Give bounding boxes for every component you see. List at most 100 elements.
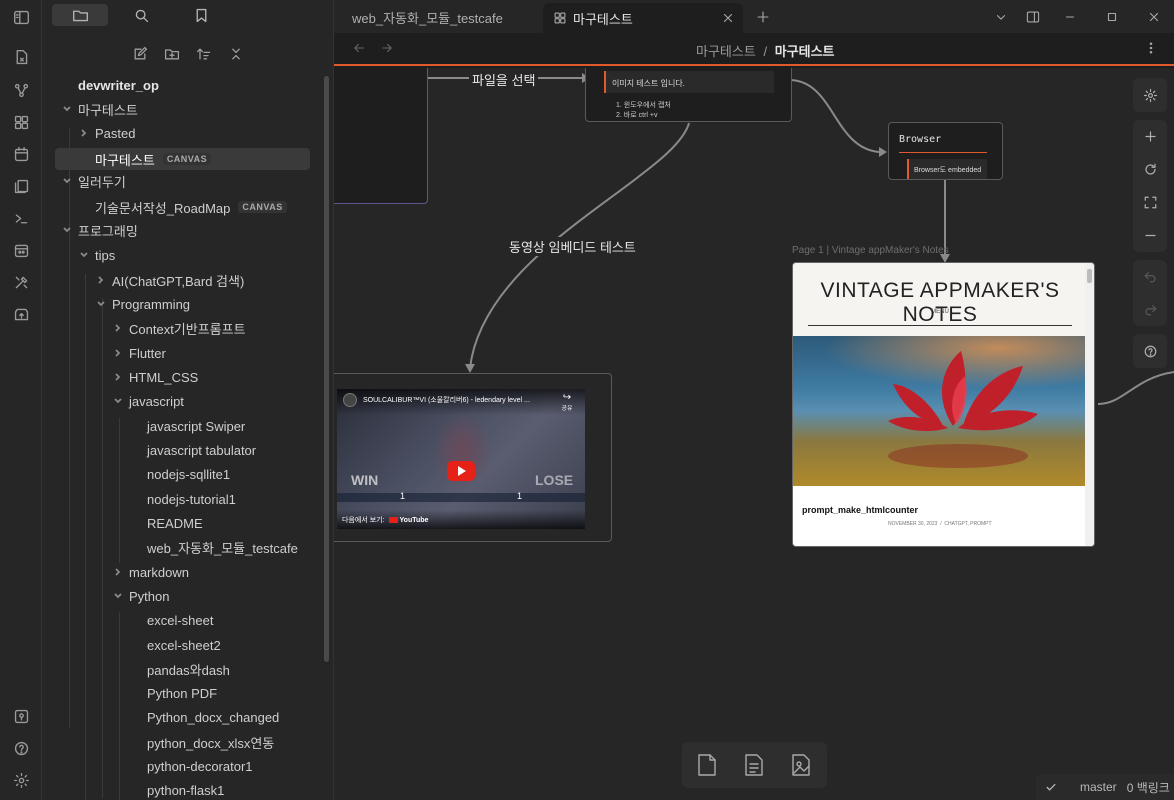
canvas-badge: CANVAS (238, 201, 287, 213)
add-card-button[interactable] (692, 750, 722, 780)
share-button[interactable]: ↪ 공유 (559, 393, 575, 413)
add-media-button[interactable] (786, 750, 816, 780)
breadcrumb-parent[interactable]: 마구테스트 (696, 44, 756, 59)
quick-switch-icon[interactable] (11, 47, 31, 67)
watch-on-youtube[interactable]: 다음에서 보기: YouTube (342, 515, 428, 525)
tree-folder-magu[interactable]: 마구테스트 (60, 98, 330, 120)
canvas-help-button[interactable] (1141, 342, 1159, 360)
redo-button[interactable] (1141, 300, 1159, 318)
forward-button[interactable] (380, 41, 396, 57)
undo-button[interactable] (1141, 267, 1159, 285)
backlinks-count[interactable]: 0 백링크 (1127, 779, 1170, 796)
settings-icon[interactable] (11, 770, 31, 790)
tree-file[interactable]: README (147, 512, 333, 534)
canvas-browser-node[interactable]: Browser Browser도 embedded (888, 122, 1003, 180)
graph-view-icon[interactable] (11, 80, 31, 100)
daily-notes-icon[interactable] (11, 240, 31, 260)
search-tab[interactable] (113, 4, 169, 26)
tree-file[interactable]: nodejs-tutorial1 (147, 488, 333, 510)
zoom-out-button[interactable] (1141, 226, 1159, 244)
canvas-area[interactable]: 파일을 선택 동영상 임베디드 테스트 이미지 테스트 입니다. 1. 윈도우에… (334, 68, 1174, 800)
add-note-from-vault-button[interactable] (739, 750, 769, 780)
canvas-node-left[interactable] (334, 68, 428, 204)
tree-folder-context[interactable]: Context기반프롬프트 (111, 317, 333, 339)
sidebar-toggle-icon[interactable] (11, 7, 31, 27)
file-explorer-toolbar (42, 44, 333, 64)
bookmarks-tab[interactable] (173, 4, 229, 26)
back-button[interactable] (352, 41, 368, 57)
tree-folder-markdown[interactable]: markdown (111, 561, 333, 583)
sidebar-scrollbar[interactable] (324, 76, 329, 662)
tree-folder-programming[interactable]: Programming (94, 293, 333, 315)
tab-list-button[interactable] (992, 8, 1010, 26)
window-close-button[interactable] (1145, 8, 1163, 26)
maximize-button[interactable] (1103, 8, 1121, 26)
webpage-menu[interactable]: MENU (793, 309, 1087, 315)
tree-folder-javascript[interactable]: javascript (111, 390, 333, 412)
edge-label-select-file[interactable]: 파일을 선택 (469, 70, 539, 89)
canvas-settings-button[interactable] (1141, 86, 1159, 104)
canvas-video-node[interactable]: SOULCALIBUR™VI (소울칼리버6) - ledendary leve… (334, 373, 612, 542)
tree-file[interactable]: pandas와dash (147, 658, 333, 680)
tree-folder-pasted[interactable]: Pasted (77, 122, 333, 144)
tree-folder-ai[interactable]: AI(ChatGPT,Bard 검색) (94, 269, 333, 291)
sync-check-icon[interactable] (1044, 780, 1058, 794)
tree-file[interactable]: web_자동화_모듈_testcafe (147, 536, 333, 558)
tree-file[interactable]: javascript tabulator (147, 439, 333, 461)
video-lose-text: LOSE (535, 472, 574, 488)
files-tab[interactable] (52, 4, 108, 26)
tree-file[interactable]: nodejs-sqllite1 (147, 463, 333, 485)
tree-folder-flutter[interactable]: Flutter (111, 342, 333, 364)
edge-label-video-test[interactable]: 동영상 임베디드 테스트 (506, 237, 639, 256)
webpage-scrollbar[interactable] (1085, 263, 1094, 546)
video-embed[interactable]: SOULCALIBUR™VI (소울칼리버6) - ledendary leve… (337, 389, 585, 529)
tree-folder-programming-kr[interactable]: 프로그래밍 (60, 219, 330, 241)
youtube-play-button[interactable] (447, 461, 475, 481)
tree-file[interactable]: javascript Swiper (147, 415, 333, 437)
vault-root[interactable]: devwriter_op (78, 74, 333, 96)
sort-button[interactable] (194, 44, 214, 64)
new-tab-button[interactable] (754, 8, 772, 26)
git-branch[interactable]: master (1080, 780, 1117, 794)
reset-zoom-button[interactable] (1141, 160, 1159, 178)
tab-web-testcafe[interactable]: web_자동화_모듈_testcafe (352, 5, 503, 30)
tree-file[interactable]: python-flask1 (147, 779, 333, 800)
new-folder-button[interactable] (162, 44, 182, 64)
tree-folder-python[interactable]: Python (111, 585, 333, 607)
minimize-button[interactable] (1061, 8, 1079, 26)
more-options-button[interactable] (1144, 41, 1160, 57)
tree-file[interactable]: excel-sheet (147, 609, 333, 631)
video-title[interactable]: SOULCALIBUR™VI (소울칼리버6) - ledendary leve… (363, 395, 553, 405)
calendar-icon[interactable] (11, 144, 31, 164)
tree-file[interactable]: Python PDF (147, 682, 333, 704)
tab-magu-test[interactable]: 마구테스트 (543, 3, 743, 33)
channel-avatar[interactable] (343, 393, 357, 407)
tree-file-roadmap[interactable]: 기술문서작성_RoadMap CANVAS (95, 196, 333, 218)
close-icon[interactable] (721, 11, 735, 25)
help-icon[interactable] (11, 738, 31, 758)
zoom-to-fit-button[interactable] (1141, 193, 1159, 211)
tree-file[interactable]: Python_docx_changed (147, 706, 333, 728)
upload-icon[interactable] (11, 304, 31, 324)
tree-folder-html-css[interactable]: HTML_CSS (111, 366, 333, 388)
canvas-webpage-embed[interactable]: VINTAGE APPMAKER'S NOTES MENU prompt_mak… (792, 262, 1095, 547)
tree-item-label: Python PDF (147, 685, 218, 701)
terminal-icon[interactable] (11, 208, 31, 228)
chevron-right-icon (111, 565, 125, 579)
canvas-icon[interactable] (11, 112, 31, 132)
templates-icon[interactable] (11, 176, 31, 196)
canvas-note-image-test[interactable]: 이미지 테스트 입니다. 1. 윈도우에서 캡처 2. 바로 ctrl +v (585, 68, 792, 122)
right-sidebar-toggle[interactable] (1024, 8, 1042, 26)
tree-file[interactable]: excel-sheet2 (147, 634, 333, 656)
tree-file-magu-canvas[interactable]: 마구테스트 CANVAS (55, 148, 310, 170)
vault-switch-icon[interactable] (11, 706, 31, 726)
webpage-post-title[interactable]: prompt_make_htmlcounter (802, 505, 918, 515)
tree-file[interactable]: python-decorator1 (147, 755, 333, 777)
collapse-all-button[interactable] (226, 44, 246, 64)
tree-folder-tips[interactable]: tips (77, 244, 333, 266)
new-note-button[interactable] (130, 44, 150, 64)
tree-file[interactable]: python_docx_xlsx연동 (147, 731, 333, 753)
zoom-in-button[interactable] (1141, 127, 1159, 145)
tree-folder-ilreodugi[interactable]: 일러두기 (60, 170, 330, 192)
tools-icon[interactable] (11, 272, 31, 292)
